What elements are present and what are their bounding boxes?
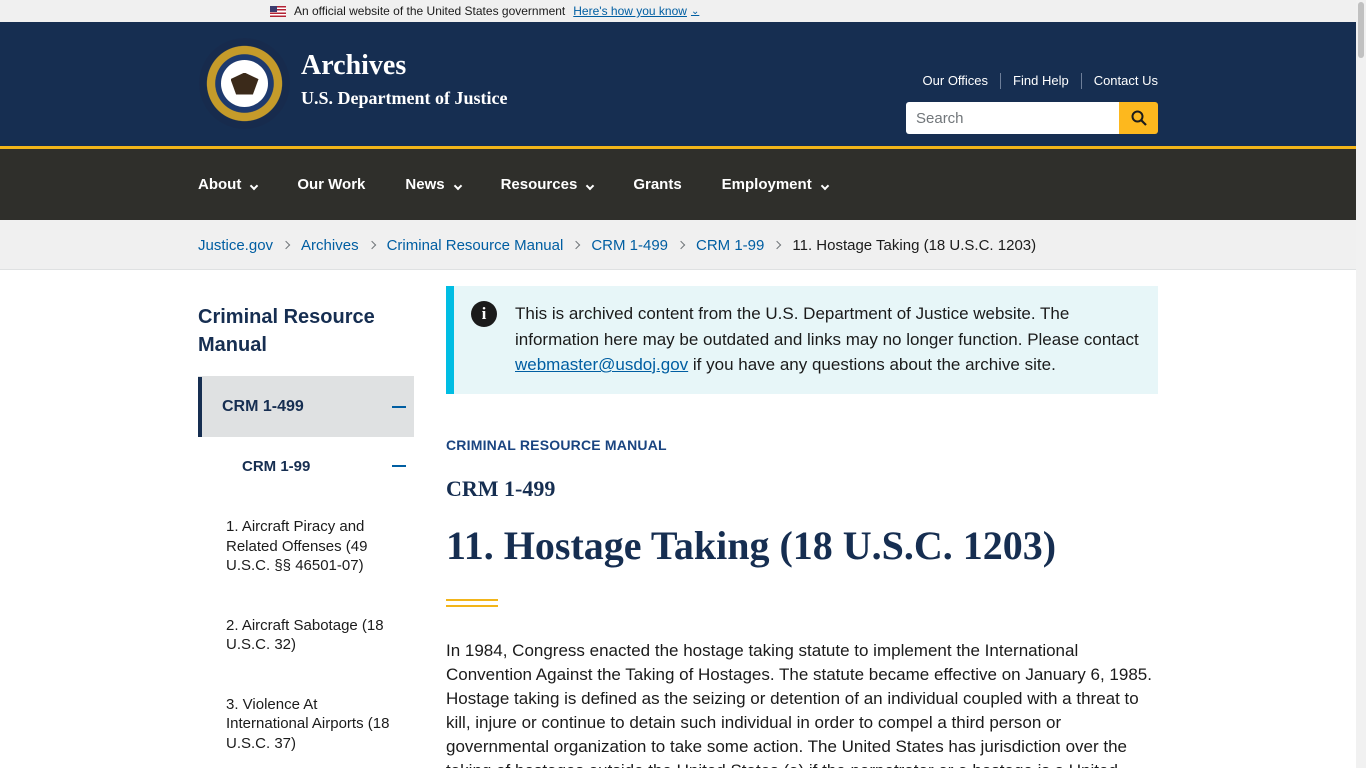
page-title: 11. Hostage Taking (18 U.S.C. 1203) — [446, 523, 1057, 568]
nav-about-label: About — [198, 176, 242, 193]
main-nav: About Our Work News Resources Grants Emp… — [0, 146, 1356, 220]
sidebar-nav: Criminal Resource Manual CRM 1-499 CRM 1… — [198, 303, 414, 753]
title-divider — [446, 599, 498, 607]
alert-text-after: if you have any questions about the arch… — [688, 355, 1056, 374]
sidebar-title: Criminal Resource Manual — [198, 303, 414, 377]
contact-us-link[interactable]: Contact Us — [1080, 73, 1158, 89]
seal-center — [221, 60, 268, 107]
alert-text-before: This is archived content from the U.S. D… — [515, 304, 1139, 349]
page-subheading: CRM 1-499 — [446, 476, 556, 501]
gov-banner-text: An official website of the United States… — [294, 4, 566, 18]
nav-item-resources[interactable]: Resources — [500, 176, 595, 193]
body-paragraph: In 1984, Congress enacted the hostage ta… — [446, 641, 1152, 768]
chevron-right-icon — [367, 240, 376, 250]
sidebar-item-violence-airports[interactable]: 3. Violence At International Airports (1… — [198, 695, 414, 754]
breadcrumb-crm-1-499[interactable]: CRM 1-499 — [591, 237, 668, 254]
nav-item-employment[interactable]: Employment — [721, 176, 829, 193]
info-icon: i — [471, 301, 497, 327]
main-content: i This is archived content from the U.S.… — [446, 286, 1158, 768]
search-input[interactable] — [906, 102, 1119, 134]
heres-how-you-know-link[interactable]: Here's how you know ⌄ — [573, 4, 699, 18]
nav-grants-label: Grants — [633, 176, 682, 193]
nav-item-our-work[interactable]: Our Work — [297, 176, 365, 193]
alert-text: This is archived content from the U.S. D… — [515, 301, 1145, 378]
chevron-down-icon — [250, 181, 259, 190]
search-form — [906, 102, 1158, 134]
eagle-icon — [230, 72, 259, 95]
search-button[interactable] — [1119, 102, 1158, 134]
sidebar-item-aircraft-sabotage[interactable]: 2. Aircraft Sabotage (18 U.S.C. 32) — [198, 616, 414, 655]
nav-news-label: News — [405, 176, 445, 193]
chevron-right-icon — [676, 240, 686, 250]
chevron-down-icon — [820, 181, 829, 190]
webmaster-email-link[interactable]: webmaster@usdoj.gov — [515, 355, 688, 374]
nav-resources-label: Resources — [500, 176, 578, 193]
sidebar-item-crm-1-99[interactable]: CRM 1-99 — [198, 437, 414, 495]
nav-item-grants[interactable]: Grants — [633, 176, 681, 193]
breadcrumb-crm-1-99[interactable]: CRM 1-99 — [696, 237, 764, 254]
chevron-down-icon: ⌄ — [690, 5, 700, 17]
find-help-link[interactable]: Find Help — [1000, 73, 1081, 89]
nav-employment-label: Employment — [721, 176, 812, 193]
sidebar-item-aircraft-piracy[interactable]: 1. Aircraft Piracy and Related Offenses … — [198, 517, 414, 576]
gov-banner: An official website of the United States… — [0, 0, 1366, 22]
nav-item-news[interactable]: News — [405, 176, 462, 193]
chevron-down-icon — [453, 181, 462, 190]
heres-how-you-know-label: Here's how you know — [573, 4, 687, 18]
chevron-down-icon — [586, 181, 595, 190]
archive-alert: i This is archived content from the U.S.… — [446, 286, 1158, 394]
sidebar-item-label: CRM 1-99 — [242, 457, 311, 475]
chevron-right-icon — [281, 240, 291, 250]
scrollbar[interactable] — [1356, 0, 1366, 768]
nav-our-work-label: Our Work — [297, 176, 366, 193]
breadcrumb-archives[interactable]: Archives — [301, 237, 359, 254]
breadcrumb: Justice.gov Archives Criminal Resource M… — [0, 220, 1356, 270]
us-flag-icon — [270, 5, 286, 17]
scrollbar-thumb[interactable] — [1358, 2, 1364, 58]
search-icon — [1131, 110, 1147, 126]
sidebar-item-crm-1-499[interactable]: CRM 1-499 — [198, 377, 414, 437]
breadcrumb-criminal-resource-manual[interactable]: Criminal Resource Manual — [387, 237, 564, 254]
chevron-right-icon — [572, 240, 581, 250]
utility-links: Our Offices Find Help Contact Us — [911, 73, 1158, 89]
site-title-sub: U.S. Department of Justice — [301, 88, 508, 108]
nav-item-about[interactable]: About — [198, 176, 259, 193]
section-kicker[interactable]: Criminal Resource Manual — [446, 437, 1158, 453]
site-title-main: Archives — [301, 50, 407, 81]
sidebar-item-label: CRM 1-499 — [222, 398, 304, 415]
breadcrumb-current: 11. Hostage Taking (18 U.S.C. 1203) — [792, 236, 1037, 254]
chevron-right-icon — [773, 240, 782, 250]
our-offices-link[interactable]: Our Offices — [911, 73, 1001, 89]
site-title[interactable]: Archives U.S. Department of Justice — [301, 50, 507, 109]
collapse-icon[interactable] — [392, 465, 406, 467]
doj-seal-logo[interactable] — [199, 38, 290, 129]
breadcrumb-justice-gov[interactable]: Justice.gov — [198, 237, 273, 254]
site-header: Archives U.S. Department of Justice Our … — [0, 22, 1366, 146]
collapse-icon[interactable] — [392, 406, 406, 408]
